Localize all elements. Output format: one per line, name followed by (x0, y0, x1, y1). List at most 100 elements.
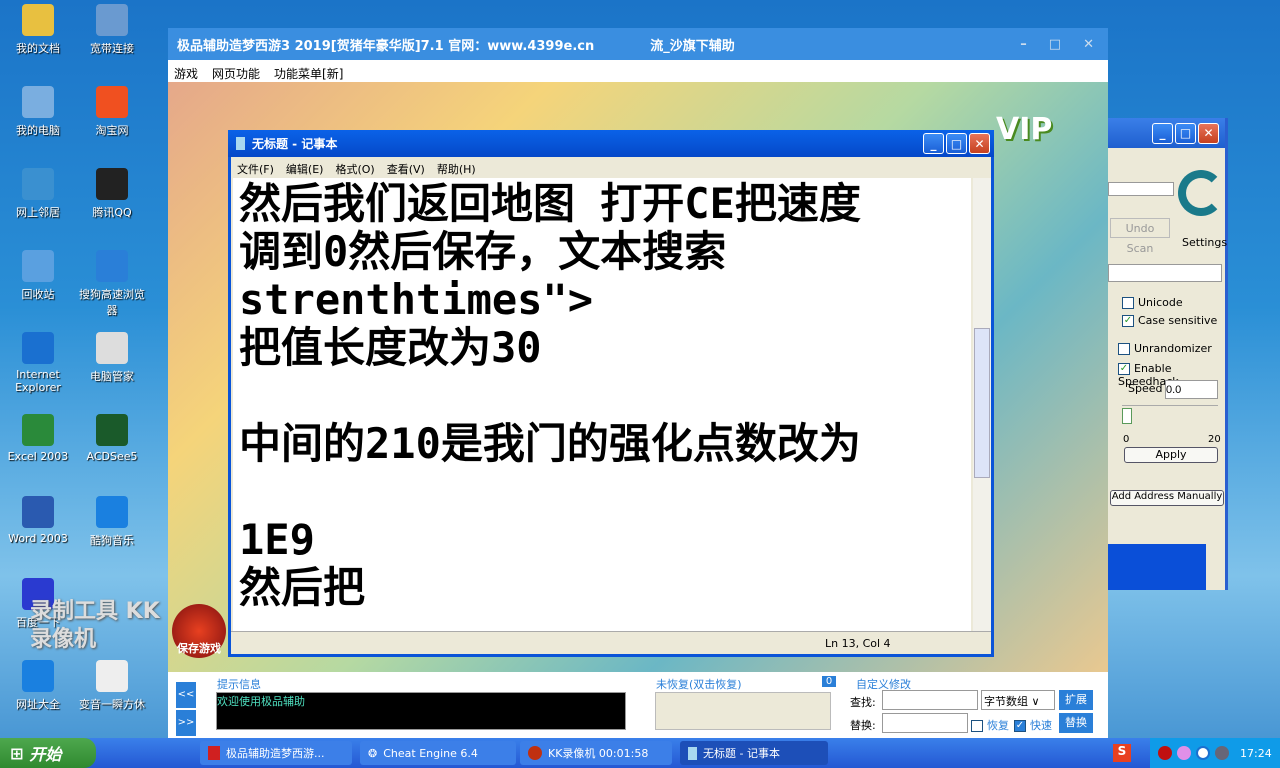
desktop-icon[interactable]: 腾讯QQ (74, 168, 150, 220)
start-button[interactable]: ⊞ 开始 (0, 738, 96, 768)
close-button[interactable]: ✕ (1083, 37, 1094, 52)
desktop-icon[interactable]: Internet Explorer (0, 332, 76, 394)
desktop-icon-label: ACDSee5 (86, 450, 138, 463)
scan-value-input[interactable] (1108, 264, 1222, 282)
menu-view[interactable]: 查看(V) (387, 161, 425, 176)
desktop-icon-label: Internet Explorer (15, 368, 61, 394)
maximize-button[interactable]: □ (1175, 122, 1196, 144)
volume-icon[interactable] (1215, 746, 1229, 760)
nav-prev-button[interactable]: << (176, 682, 196, 708)
desktop-icon[interactable]: 变音一瞬方休 (74, 660, 150, 712)
app-icon (96, 660, 128, 692)
desktop-icon[interactable]: ACDSee5 (74, 414, 150, 463)
replace-button[interactable]: 替换 (1059, 713, 1093, 733)
address-list[interactable] (1108, 544, 1206, 590)
task-notepad[interactable]: 无标题 - 记事本 (680, 741, 828, 765)
system-tray: 17:24 (1150, 738, 1280, 768)
task-cheat-engine[interactable]: ❂ Cheat Engine 6.4 (360, 741, 516, 765)
apply-button[interactable]: Apply (1124, 447, 1218, 463)
find-input[interactable] (882, 690, 978, 710)
desktop-icon[interactable]: 淘宝网 (74, 86, 150, 138)
desktop-icon-label: 酷狗音乐 (90, 534, 134, 547)
desktop-icon[interactable]: 网址大全 (0, 660, 76, 712)
minimize-button[interactable]: – (1020, 37, 1027, 52)
replace-input[interactable] (882, 713, 968, 733)
desktop-icon-label: Word 2003 (8, 532, 68, 545)
window-title: 无标题 - 记事本 (252, 137, 338, 151)
window-subtitle: 流_沙旗下辅助 (650, 38, 735, 54)
desktop-icon-label: 我的文档 (16, 42, 60, 55)
tray-icon[interactable] (1177, 746, 1191, 760)
nav-next-button[interactable]: >> (176, 710, 196, 736)
recorder-tray-icon[interactable] (1158, 746, 1172, 760)
kugou-tray-icon[interactable] (1196, 746, 1210, 760)
task-kk-recorder[interactable]: KK录像机 00:01:58 (520, 741, 672, 765)
maximize-button[interactable]: □ (946, 133, 967, 154)
case-sensitive-checkbox[interactable]: ✓ Case sensitive (1122, 314, 1217, 327)
menu-web[interactable]: 网页功能 (212, 65, 260, 81)
value-input[interactable] (1108, 182, 1174, 196)
close-button[interactable]: ✕ (1198, 122, 1219, 144)
speed-slider[interactable] (1122, 405, 1218, 427)
restore-checkbox[interactable]: 恢复 (971, 717, 1009, 733)
desktop-icon[interactable]: 网上邻居 (0, 168, 76, 220)
status-bar: Ln 13, Col 4 (231, 631, 991, 654)
desktop-icon[interactable]: 宽带连接 (74, 4, 150, 56)
text-line (239, 468, 965, 516)
desktop-icon[interactable]: 我的文档 (0, 4, 76, 56)
task-game-helper[interactable]: 极品辅助造梦西游... (200, 741, 352, 765)
unicode-checkbox[interactable]: Unicode (1122, 296, 1183, 309)
sogou-ime-icon[interactable]: S (1113, 744, 1131, 762)
title-bar: 极品辅助造梦西游3 2019[贺猪年豪华版]7.1 官网：www.4399e.c… (168, 28, 1108, 60)
desktop-icon[interactable]: Excel 2003 (0, 414, 76, 463)
app-icon (208, 746, 220, 760)
menu-features[interactable]: 功能菜单[新] (274, 65, 343, 81)
menu-bar: 游戏 网页功能 功能菜单[新] (168, 60, 1108, 82)
menu-help[interactable]: 帮助(H) (437, 161, 476, 176)
desktop-icon[interactable]: Word 2003 (0, 496, 76, 545)
fast-checkbox[interactable]: ✓ 快速 (1014, 717, 1052, 733)
text-line: 然后把 (239, 563, 366, 612)
menu-edit[interactable]: 编辑(E) (286, 161, 324, 176)
unrandomizer-checkbox[interactable]: Unrandomizer (1118, 342, 1212, 355)
desktop-icon-label: 电脑管家 (90, 370, 134, 383)
speed-input[interactable] (1165, 380, 1218, 399)
app-icon (22, 332, 54, 364)
menu-file[interactable]: 文件(F) (237, 161, 274, 176)
minimize-button[interactable]: _ (923, 133, 944, 154)
app-icon (22, 4, 54, 36)
close-button[interactable]: ✕ (969, 133, 990, 154)
minimize-button[interactable]: _ (1152, 122, 1173, 144)
desktop-icon[interactable]: 我的电脑 (0, 86, 76, 138)
save-game-button[interactable]: 保存游戏 (172, 604, 226, 658)
expand-button[interactable]: 扩展 (1059, 690, 1093, 710)
app-icon (22, 414, 54, 446)
slider-thumb[interactable] (1122, 408, 1132, 424)
scroll-thumb[interactable] (974, 328, 990, 478)
text-line: 然后我们返回地图 打开CE把速度 (239, 179, 861, 228)
menu-game[interactable]: 游戏 (174, 65, 198, 81)
add-address-button[interactable]: Add Address Manually (1110, 490, 1224, 506)
restore-label: 未恢复(双击恢复) (656, 678, 742, 691)
text-editor[interactable]: 然后我们返回地图 打开CE把速度 调到0然后保存，文本搜索 strenthtimes… (233, 178, 971, 632)
app-icon (22, 168, 54, 200)
info-label: 提示信息 (217, 678, 261, 691)
restore-list[interactable] (655, 692, 831, 730)
app-icon (96, 4, 128, 36)
window-title: 极品辅助造梦西游3 2019[贺猪年豪华版]7.1 官网：www.4399e.c… (177, 38, 595, 54)
desktop-icon[interactable]: 回收站 (0, 250, 76, 302)
vertical-scrollbar[interactable] (973, 178, 991, 632)
desktop-icon-label: 网上邻居 (16, 206, 60, 219)
maximize-button[interactable]: □ (1049, 37, 1061, 52)
undo-scan-button[interactable]: Undo Scan (1110, 218, 1170, 255)
text-line: 调到0然后保存，文本搜索 (239, 227, 727, 276)
desktop-icon[interactable]: 电脑管家 (74, 332, 150, 384)
desktop-icon[interactable]: 酷狗音乐 (74, 496, 150, 548)
type-select[interactable]: 字节数组 ∨ (981, 690, 1055, 710)
settings-link[interactable]: Settings (1182, 236, 1227, 249)
menu-format[interactable]: 格式(O) (335, 161, 374, 176)
desktop-icon[interactable]: 搜狗高速浏览器 (74, 250, 150, 318)
text-line: 把值长度改为30 (239, 323, 542, 372)
clock: 17:24 (1240, 746, 1272, 760)
vip-badge-icon: VIP (996, 112, 1053, 147)
